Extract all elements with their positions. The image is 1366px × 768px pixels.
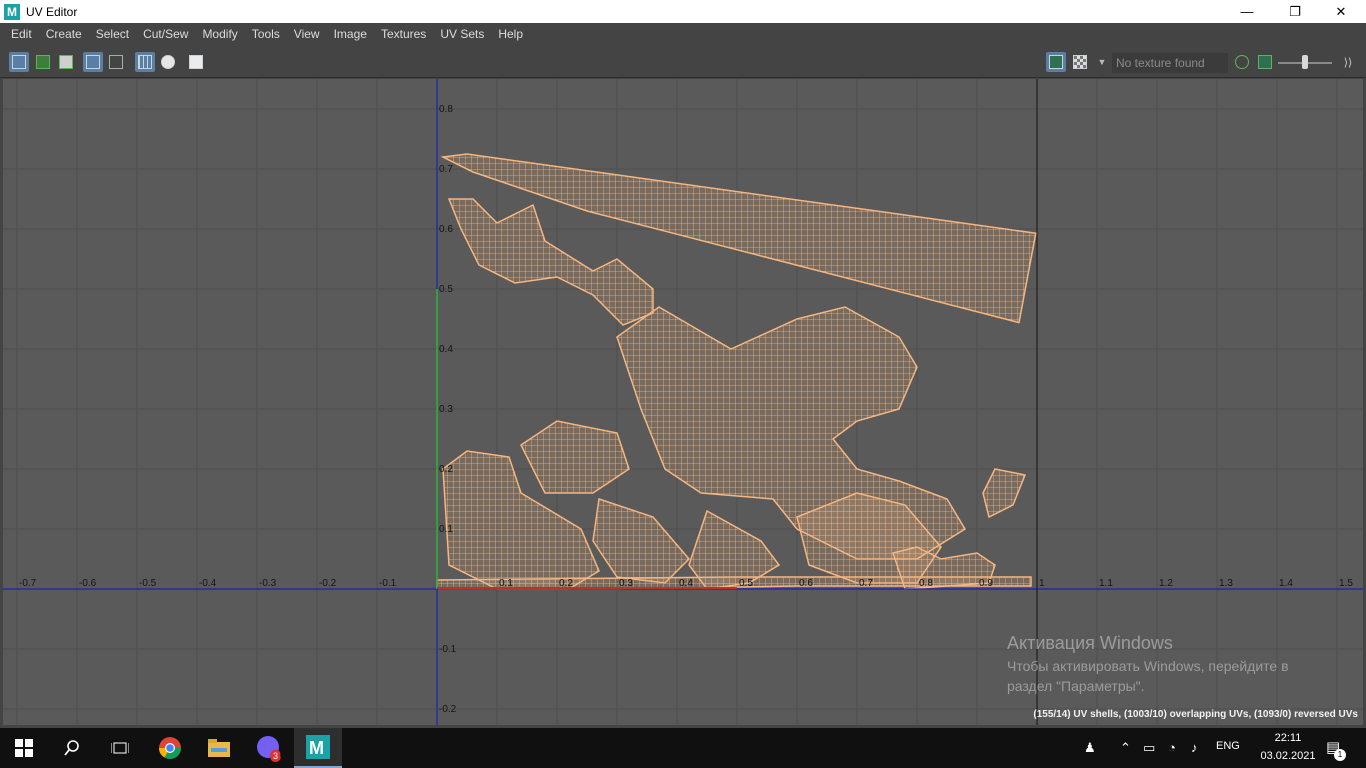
chevron-down-icon[interactable]: ▼: [1092, 52, 1112, 72]
windows-activation-line1: Чтобы активировать Windows, перейдите в: [1007, 658, 1289, 674]
menu-select[interactable]: Select: [89, 23, 136, 46]
clock-time[interactable]: 22:11: [1264, 732, 1312, 744]
uv-canvas[interactable]: -0.7 -0.6 -0.5 -0.4 -0.3 -0.2 -0.1 0.1 0.2 0.3 0.4…: [3, 79, 1363, 725]
x-tick-label: 1.1: [1099, 578, 1113, 589]
title-bar: M UV Editor — ❐ ✕: [0, 0, 1366, 23]
y-tick-label: 0.8: [439, 104, 453, 115]
y-tick-label: 0.3: [439, 404, 453, 415]
wifi-icon[interactable]: ◔: [1168, 740, 1176, 755]
x-tick-label: 0.8: [919, 578, 933, 589]
viber-badge: 3: [273, 751, 278, 761]
clock-date[interactable]: 03.02.2021: [1258, 750, 1318, 762]
x-tick-label: 1.5: [1339, 578, 1353, 589]
search-icon[interactable]: [48, 728, 96, 768]
y-tick-label: -0.2: [439, 704, 457, 715]
image-exposure-icon[interactable]: [1255, 52, 1275, 72]
volume-icon[interactable]: ♪: [1191, 740, 1198, 755]
file-explorer-icon[interactable]: [195, 728, 243, 768]
x-tick-label: 0.6: [799, 578, 813, 589]
display-image-icon[interactable]: [1046, 52, 1066, 72]
x-tick-label: 0.1: [499, 578, 513, 589]
windows-start-icon[interactable]: [0, 728, 48, 768]
y-tick-label: 0.1: [439, 524, 453, 535]
menu-bar: Edit Create Select Cut/Sew Modify Tools …: [0, 23, 1366, 46]
x-tick-label: -0.1: [379, 578, 397, 589]
x-tick-label: -0.4: [199, 578, 217, 589]
uv-viewport[interactable]: -0.7 -0.6 -0.5 -0.4 -0.3 -0.2 -0.1 0.1 0.2 0.3 0.4…: [3, 79, 1363, 725]
uv-distortion-icon[interactable]: [106, 52, 126, 72]
maximize-button[interactable]: ❐: [1272, 0, 1318, 23]
y-tick-label: 0.2: [439, 464, 453, 475]
pixel-snap-icon[interactable]: [158, 52, 178, 72]
x-tick-label: 1: [1039, 578, 1045, 589]
svg-text:M: M: [309, 738, 324, 758]
menu-view[interactable]: View: [287, 23, 327, 46]
checker-icon[interactable]: [1070, 52, 1090, 72]
maya-app-icon: M: [4, 3, 20, 20]
battery-icon[interactable]: ▭: [1143, 740, 1155, 756]
window-title: UV Editor: [26, 4, 78, 19]
y-tick-label: -0.1: [439, 644, 457, 655]
x-tick-label: 1.3: [1219, 578, 1233, 589]
close-button[interactable]: ✕: [1318, 0, 1364, 23]
x-tick-label: -0.5: [139, 578, 157, 589]
uv-border-icon[interactable]: [83, 52, 103, 72]
x-tick-label: 0.2: [559, 578, 573, 589]
texture-name-field[interactable]: No texture found: [1112, 53, 1228, 73]
x-tick-label: 0.9: [979, 578, 993, 589]
menu-edit[interactable]: Edit: [4, 23, 39, 46]
y-tick-label: 0.5: [439, 284, 453, 295]
y-tick-label: 0.7: [439, 164, 453, 175]
uv-shell-icon[interactable]: [9, 52, 29, 72]
menu-uv-sets[interactable]: UV Sets: [433, 23, 491, 46]
x-tick-label: -0.6: [79, 578, 97, 589]
y-tick-label: 0.4: [439, 344, 453, 355]
x-tick-label: 0.3: [619, 578, 633, 589]
x-tick-label: 0.7: [859, 578, 873, 589]
x-tick-label: -0.2: [319, 578, 337, 589]
menu-tools[interactable]: Tools: [245, 23, 287, 46]
image-slider-thumb[interactable]: [1302, 55, 1308, 69]
chevron-up-icon[interactable]: ⌃: [1120, 740, 1131, 756]
menu-textures[interactable]: Textures: [374, 23, 433, 46]
chrome-icon[interactable]: [146, 728, 194, 768]
viber-icon[interactable]: 3: [245, 728, 293, 768]
menu-help[interactable]: Help: [491, 23, 530, 46]
rgb-channels-icon[interactable]: [1232, 52, 1252, 72]
windows-taskbar: 3 M ♟ ⌃ ▭ ◔ ♪ ENG 22:11 03.02.2021 ▤: [0, 728, 1366, 768]
menu-image[interactable]: Image: [327, 23, 374, 46]
menu-modify[interactable]: Modify: [195, 23, 244, 46]
minimize-button[interactable]: —: [1224, 0, 1270, 23]
language-indicator[interactable]: ENG: [1216, 740, 1240, 752]
snapshot-camera-icon[interactable]: [186, 52, 206, 72]
uv-shell-green-icon[interactable]: [33, 52, 53, 72]
grid-icon[interactable]: [135, 52, 155, 72]
y-tick-label: 0.6: [439, 224, 453, 235]
x-tick-label: -0.3: [259, 578, 277, 589]
menu-create[interactable]: Create: [39, 23, 89, 46]
windows-activation-title: Активация Windows: [1007, 633, 1173, 653]
x-tick-label: 0.4: [679, 578, 693, 589]
notification-count-badge: 1: [1334, 749, 1346, 761]
maya-icon[interactable]: M: [294, 728, 342, 768]
x-tick-label: -0.7: [19, 578, 37, 589]
people-icon[interactable]: ♟: [1084, 740, 1096, 756]
x-tick-label: 1.2: [1159, 578, 1173, 589]
windows-activation-line2: раздел "Параметры".: [1007, 678, 1145, 694]
uv-status-readout: (155/14) UV shells, (1003/10) overlappin…: [1033, 709, 1358, 720]
gamma-arrows-icon[interactable]: ⟩⟩: [1338, 52, 1358, 72]
x-tick-label: 1.4: [1279, 578, 1293, 589]
x-tick-label: 0.5: [739, 578, 753, 589]
uv-shell-shaded-icon[interactable]: [56, 52, 76, 72]
menu-cut-sew[interactable]: Cut/Sew: [136, 23, 195, 46]
task-view-icon[interactable]: [96, 728, 144, 768]
